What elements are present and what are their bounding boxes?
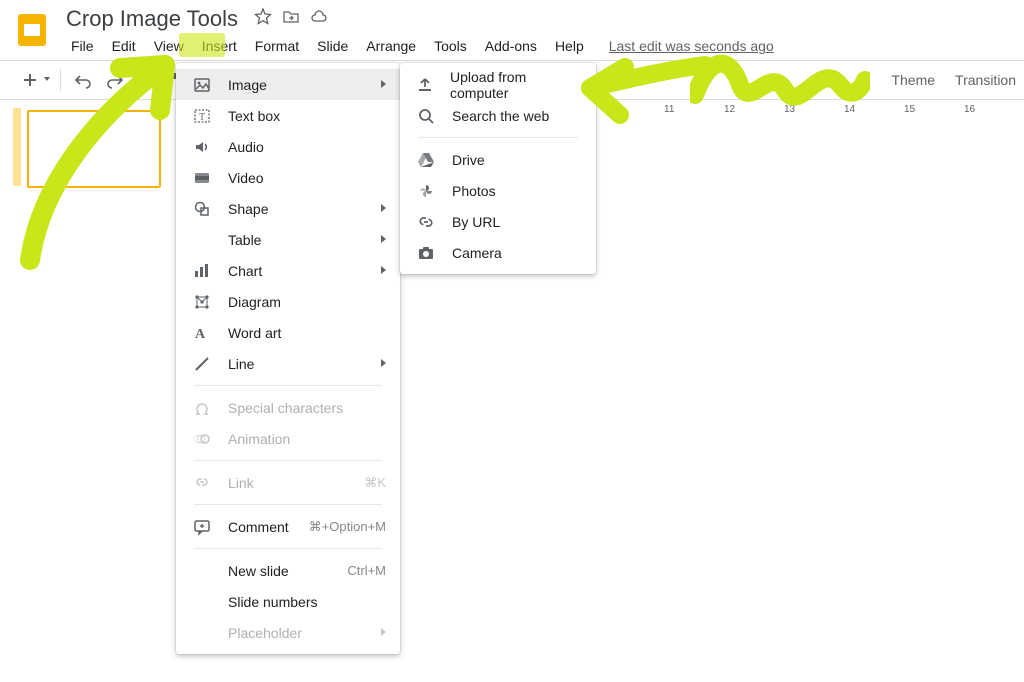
insert-menu: Image Text box Audio Video Shape Table C… [176,63,400,654]
chevron-right-icon [381,359,386,367]
doc-title[interactable]: Crop Image Tools [62,6,242,32]
insert-diagram[interactable]: Diagram [176,286,400,317]
line-icon [192,354,212,374]
insert-textbox[interactable]: Text box [176,100,400,131]
insert-comment[interactable]: Comment⌘+Option+M [176,511,400,542]
insert-chart[interactable]: Chart [176,255,400,286]
doc-header: Crop Image Tools File Edit View Insert F… [0,0,1024,60]
last-edit-link[interactable]: Last edit was seconds ago [609,34,774,58]
image-drive[interactable]: Drive [400,144,596,175]
menu-edit[interactable]: Edit [103,34,145,58]
comment-icon [192,517,212,537]
menubar: File Edit View Insert Format Slide Arran… [62,34,774,58]
menu-format[interactable]: Format [246,34,308,58]
animation-icon [192,429,212,449]
menu-insert[interactable]: Insert [193,34,246,58]
camera-icon [416,243,436,263]
menu-help[interactable]: Help [546,34,593,58]
textbox-icon [192,106,212,126]
shape-icon [192,199,212,219]
insert-wordart[interactable]: Word art [176,317,400,348]
chevron-down-icon [44,77,50,81]
slide-thumbnail-1[interactable] [27,110,161,188]
insert-line[interactable]: Line [176,348,400,379]
menu-addons[interactable]: Add-ons [476,34,546,58]
slide-panel: 1 [0,100,180,682]
insert-animation: Animation [176,423,400,454]
omega-icon [192,398,212,418]
chevron-right-icon [381,628,386,636]
image-icon [192,75,212,95]
insert-slidenumbers[interactable]: Slide numbers [176,586,400,617]
image-submenu: Upload from computer Search the web Driv… [400,63,596,274]
audio-icon [192,137,212,157]
chevron-right-icon [381,204,386,212]
insert-video[interactable]: Video [176,162,400,193]
new-slide-button[interactable] [8,66,52,94]
menu-tools[interactable]: Tools [425,34,476,58]
video-icon [192,168,212,188]
wordart-icon [192,323,212,343]
image-camera[interactable]: Camera [400,237,596,268]
insert-audio[interactable]: Audio [176,131,400,162]
undo-button[interactable] [69,66,97,94]
menu-arrange[interactable]: Arrange [357,34,425,58]
theme-button[interactable]: Theme [891,72,935,88]
chevron-right-icon [381,80,386,88]
move-folder-icon[interactable] [282,8,300,31]
print-button[interactable] [133,66,161,94]
search-icon [416,106,436,126]
image-search-web[interactable]: Search the web [400,100,596,131]
slides-logo[interactable] [12,10,52,50]
insert-image[interactable]: Image [176,69,400,100]
link-icon [192,473,212,493]
upload-icon [416,75,434,95]
insert-newslide[interactable]: New slideCtrl+M [176,555,400,586]
star-icon[interactable] [254,8,272,31]
insert-shape[interactable]: Shape [176,193,400,224]
cloud-status-icon[interactable] [310,8,328,31]
drive-icon [416,150,436,170]
image-upload-computer[interactable]: Upload from computer [400,69,596,100]
chevron-right-icon [381,235,386,243]
chart-icon [192,261,212,281]
chevron-right-icon [381,266,386,274]
redo-button[interactable] [101,66,129,94]
insert-link: Link⌘K [176,467,400,498]
insert-placeholder: Placeholder [176,617,400,648]
diagram-icon [192,292,212,312]
image-by-url[interactable]: By URL [400,206,596,237]
insert-specialchars: Special characters [176,392,400,423]
menu-view[interactable]: View [145,34,193,58]
transition-button[interactable]: Transition [955,72,1016,88]
photos-icon [416,181,436,201]
menu-slide[interactable]: Slide [308,34,357,58]
insert-table[interactable]: Table [176,224,400,255]
menu-file[interactable]: File [62,34,103,58]
image-photos[interactable]: Photos [400,175,596,206]
link-icon [416,212,436,232]
